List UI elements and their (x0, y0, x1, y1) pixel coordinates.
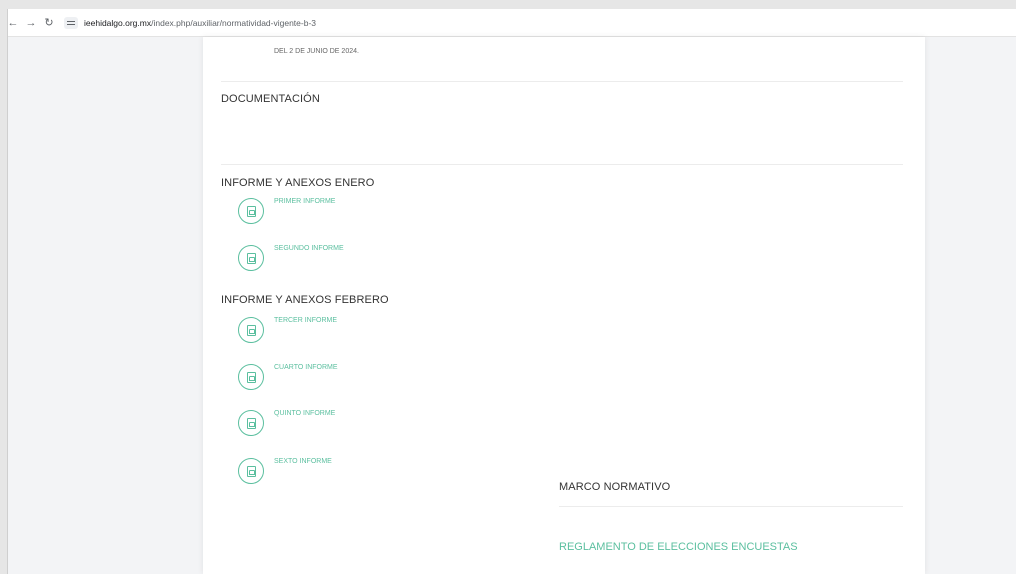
divider (559, 506, 903, 507)
address-bar[interactable]: ieehidalgo.org.mx/index.php/auxiliar/nor… (84, 18, 316, 28)
document-item-cuarto-informe[interactable]: CUARTO INFORME (238, 363, 338, 390)
document-link[interactable]: TERCER INFORME (274, 317, 337, 324)
pdf-file-icon[interactable] (238, 364, 264, 390)
documentacion-heading: DOCUMENTACIÓN (221, 93, 320, 105)
pdf-file-icon[interactable] (238, 410, 264, 436)
pdf-file-icon[interactable] (238, 458, 264, 484)
divider (221, 81, 903, 82)
enero-heading: INFORME Y ANEXOS ENERO (221, 177, 375, 189)
document-item-quinto-informe[interactable]: QUINTO INFORME (238, 409, 335, 436)
browser-window: ← → ↻ ieehidalgo.org.mx/index.php/auxili… (7, 9, 1016, 574)
document-link[interactable]: QUINTO INFORME (274, 410, 335, 417)
document-link[interactable]: SEXTO INFORME (274, 458, 332, 465)
document-item-segundo-informe[interactable]: SEGUNDO INFORME (238, 244, 344, 271)
pdf-file-icon[interactable] (238, 198, 264, 224)
pdf-file-icon[interactable] (238, 317, 264, 343)
site-info-icon[interactable] (64, 16, 78, 29)
marco-normativo-heading: MARCO NORMATIVO (559, 481, 671, 493)
reload-icon[interactable]: ↻ (40, 9, 58, 37)
pdf-file-icon[interactable] (238, 245, 264, 271)
arrow-left-icon[interactable]: ← (8, 9, 22, 37)
reglamento-link[interactable]: REGLAMENTO DE ELECCIONES ENCUESTAS (559, 541, 798, 553)
document-link[interactable]: PRIMER INFORME (274, 198, 335, 205)
url-path: /index.php/auxiliar/normatividad-vigente… (151, 17, 317, 28)
date-text: DEL 2 DE JUNIO DE 2024. (274, 48, 359, 55)
febrero-heading: INFORME Y ANEXOS FEBRERO (221, 294, 389, 306)
content-panel: DEL 2 DE JUNIO DE 2024. DOCUMENTACIÓN IN… (203, 37, 925, 574)
divider (221, 164, 903, 165)
url-domain: ieehidalgo.org.mx (84, 17, 152, 28)
document-item-primer-informe[interactable]: PRIMER INFORME (238, 197, 335, 224)
document-link[interactable]: CUARTO INFORME (274, 364, 338, 371)
browser-toolbar: ← → ↻ ieehidalgo.org.mx/index.php/auxili… (8, 9, 1016, 37)
document-item-sexto-informe[interactable]: SEXTO INFORME (238, 457, 332, 484)
document-link[interactable]: SEGUNDO INFORME (274, 245, 344, 252)
document-item-tercer-informe[interactable]: TERCER INFORME (238, 316, 337, 343)
arrow-right-icon[interactable]: → (22, 9, 40, 37)
